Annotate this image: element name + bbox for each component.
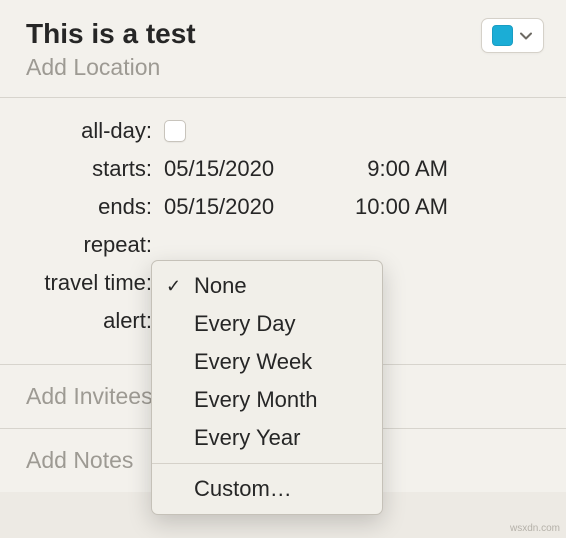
- repeat-option-custom[interactable]: Custom…: [152, 470, 382, 508]
- repeat-option-label: Every Year: [194, 425, 300, 451]
- repeat-option-every-month[interactable]: Every Month: [152, 381, 382, 419]
- starts-row: starts: 05/15/2020 9:00 AM: [24, 156, 542, 182]
- repeat-option-every-year[interactable]: Every Year: [152, 419, 382, 457]
- ends-row: ends: 05/15/2020 10:00 AM: [24, 194, 542, 220]
- calendar-color-picker[interactable]: [481, 18, 544, 53]
- watermark: wsxdn.com: [510, 523, 560, 534]
- notes-placeholder: Add Notes: [26, 447, 133, 473]
- ends-date[interactable]: 05/15/2020: [164, 194, 314, 220]
- ends-time[interactable]: 10:00 AM: [348, 194, 448, 220]
- repeat-row: repeat:: [24, 232, 542, 258]
- starts-value: 05/15/2020 9:00 AM: [164, 156, 448, 182]
- location-field[interactable]: Add Location: [26, 54, 481, 81]
- repeat-option-every-day[interactable]: Every Day: [152, 305, 382, 343]
- repeat-option-label: None: [194, 273, 247, 299]
- starts-label: starts:: [24, 156, 164, 182]
- repeat-label: repeat:: [24, 232, 164, 258]
- all-day-label: all-day:: [24, 118, 164, 144]
- alert-label: alert:: [24, 308, 164, 334]
- chevron-down-icon: [519, 29, 533, 43]
- repeat-option-label: Custom…: [194, 476, 292, 502]
- ends-value: 05/15/2020 10:00 AM: [164, 194, 448, 220]
- all-day-checkbox[interactable]: [164, 120, 186, 142]
- repeat-option-none[interactable]: ✓ None: [152, 267, 382, 305]
- repeat-option-label: Every Week: [194, 349, 312, 375]
- ends-label: ends:: [24, 194, 164, 220]
- calendar-color-swatch: [492, 25, 513, 46]
- event-title[interactable]: This is a test: [26, 18, 481, 50]
- event-header: This is a test Add Location: [0, 0, 566, 97]
- starts-date[interactable]: 05/15/2020: [164, 156, 314, 182]
- repeat-option-label: Every Day: [194, 311, 295, 337]
- repeat-option-every-week[interactable]: Every Week: [152, 343, 382, 381]
- checkmark-icon: ✓: [166, 276, 184, 297]
- starts-time[interactable]: 9:00 AM: [348, 156, 448, 182]
- travel-time-label: travel time:: [24, 270, 164, 296]
- popup-separator: [152, 463, 382, 464]
- all-day-row: all-day:: [24, 118, 542, 144]
- header-left: This is a test Add Location: [26, 18, 481, 81]
- repeat-option-label: Every Month: [194, 387, 318, 413]
- repeat-popup-menu: ✓ None Every Day Every Week Every Month …: [151, 260, 383, 515]
